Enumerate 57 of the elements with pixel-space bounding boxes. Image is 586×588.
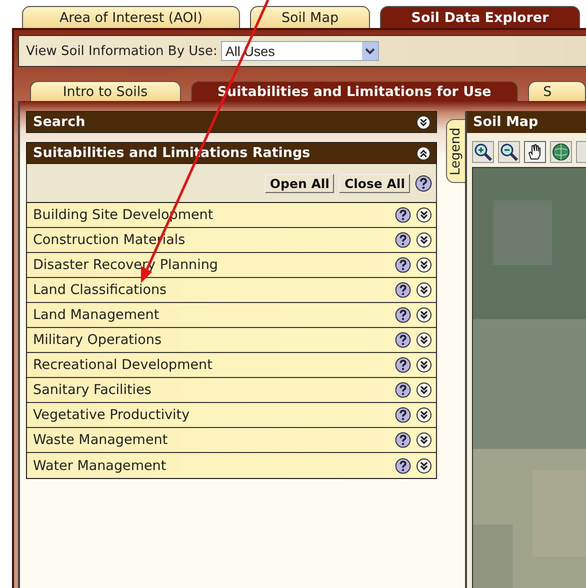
globe-icon[interactable] bbox=[550, 141, 572, 163]
help-icon[interactable] bbox=[395, 458, 411, 474]
chevron-icon[interactable] bbox=[416, 357, 432, 373]
chevron-icon[interactable] bbox=[416, 458, 432, 474]
help-icon[interactable] bbox=[395, 207, 411, 223]
chevron-icon[interactable] bbox=[416, 232, 432, 248]
category-row[interactable]: Water Management bbox=[27, 453, 436, 478]
chevron-icon[interactable] bbox=[416, 282, 432, 298]
search-panel-header[interactable]: Search bbox=[26, 111, 437, 133]
help-icon[interactable] bbox=[395, 407, 411, 423]
chevron-icon[interactable] bbox=[416, 207, 432, 223]
legend-tab[interactable]: Legend bbox=[446, 119, 465, 183]
help-icon[interactable] bbox=[395, 257, 411, 273]
category-label: Vegetative Productivity bbox=[33, 407, 191, 423]
map-panel-header: Soil Map bbox=[467, 111, 586, 133]
category-label: Military Operations bbox=[33, 332, 163, 348]
category-row[interactable]: Land Management bbox=[27, 303, 436, 328]
category-label: Land Management bbox=[33, 307, 160, 323]
category-label: Water Management bbox=[33, 458, 168, 474]
panel-button[interactable]: Open All bbox=[264, 174, 334, 192]
zoom-out-icon[interactable] bbox=[498, 141, 520, 163]
panel-button[interactable]: Close All bbox=[339, 174, 410, 192]
category-label: Sanitary Facilities bbox=[33, 382, 152, 398]
category-label: Recreational Development bbox=[33, 357, 214, 373]
chevron-icon[interactable] bbox=[416, 307, 432, 323]
help-icon[interactable] bbox=[395, 282, 411, 298]
chevron-icon[interactable] bbox=[416, 432, 432, 448]
help-icon[interactable] bbox=[395, 432, 411, 448]
zoom-in-icon[interactable] bbox=[472, 141, 494, 163]
tab[interactable]: Intro to Soils bbox=[30, 81, 181, 101]
tab[interactable]: Suitabilities and Limitations for Use bbox=[190, 81, 518, 101]
view-by-label: View Soil Information By Use: bbox=[26, 44, 218, 58]
category-label: Waste Management bbox=[33, 432, 169, 448]
tab[interactable]: Area of Interest (AOI) bbox=[22, 6, 240, 28]
help-icon[interactable] bbox=[415, 174, 432, 192]
category-row[interactable]: Recreational Development bbox=[27, 353, 436, 378]
tab[interactable]: S bbox=[528, 81, 586, 101]
category-label: Land Classifications bbox=[33, 282, 168, 298]
help-icon[interactable] bbox=[395, 332, 411, 348]
help-icon[interactable] bbox=[395, 307, 411, 323]
help-icon[interactable] bbox=[395, 232, 411, 248]
tab[interactable]: Soil Data Explorer bbox=[380, 6, 580, 28]
chevron-icon[interactable] bbox=[416, 407, 432, 423]
chevron-icon[interactable] bbox=[416, 114, 431, 130]
category-row[interactable]: Waste Management bbox=[27, 428, 436, 453]
tab[interactable]: Soil Map bbox=[250, 6, 370, 28]
chevron-icon[interactable] bbox=[416, 257, 432, 273]
help-icon[interactable] bbox=[395, 357, 411, 373]
chevron-icon[interactable] bbox=[416, 382, 432, 398]
category-row[interactable]: Sanitary Facilities bbox=[27, 378, 436, 403]
chevron-icon[interactable] bbox=[416, 332, 432, 348]
help-icon[interactable] bbox=[395, 382, 411, 398]
category-row[interactable]: Military Operations bbox=[27, 328, 436, 353]
hand-icon[interactable] bbox=[524, 141, 546, 163]
chevron-icon[interactable] bbox=[416, 146, 431, 160]
category-row[interactable]: Land Classifications bbox=[27, 278, 436, 303]
category-row[interactable]: Vegetative Productivity bbox=[27, 403, 436, 428]
